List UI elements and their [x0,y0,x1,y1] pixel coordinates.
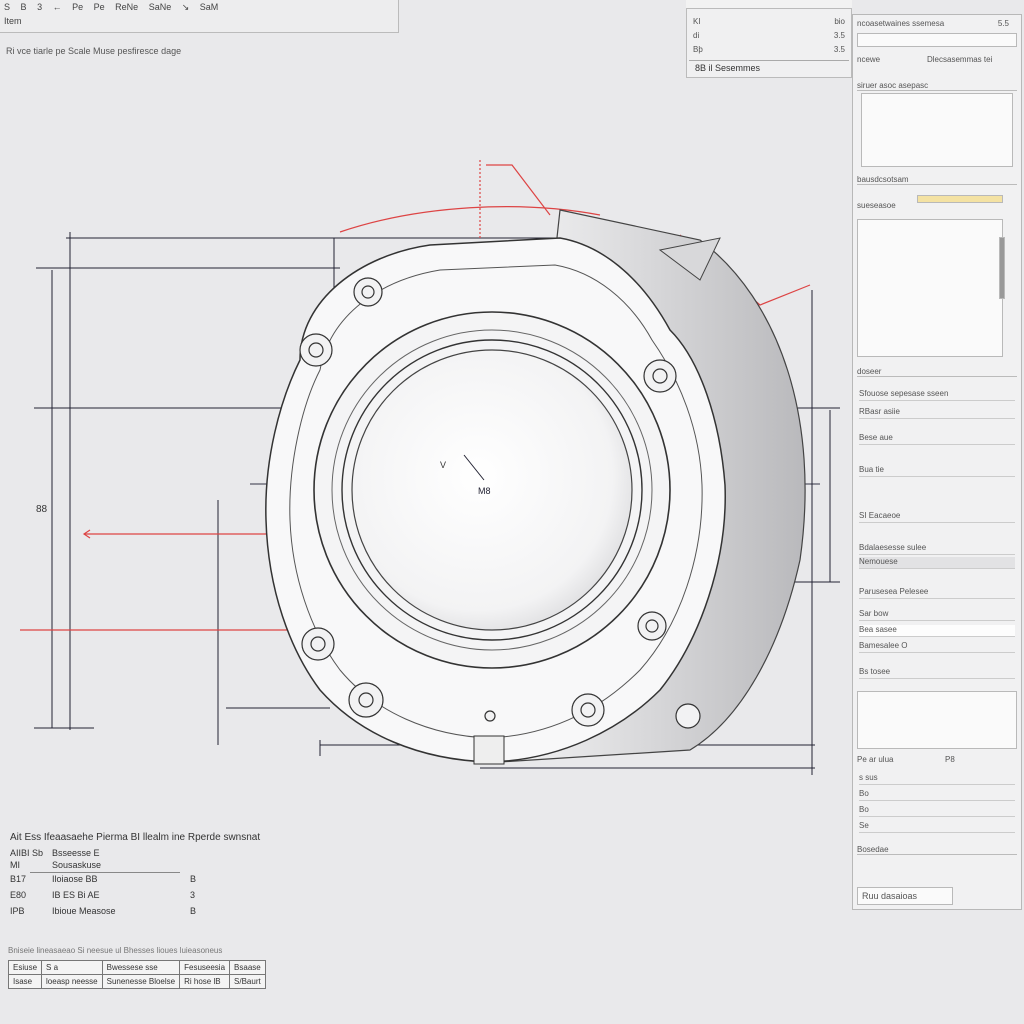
note-cell: Bsseesse E [52,848,100,858]
title-block-cell: Fesuseesia [179,960,231,975]
property-field[interactable]: Nemouese [859,557,1015,569]
properties-header-text: ncoasetwaines ssemesa [857,19,945,28]
title-block-row: Esiuse S a Bwessese sse Fesuseesia Bsaas… [7,960,266,975]
title-block-cell: Bwessese sse [101,960,181,975]
note-cell: IB ES Bi AE [52,890,100,900]
properties-header: ncoasetwaines ssemesa 5.5 [857,19,1017,28]
note-cell: Sousaskuse [52,860,102,870]
bottom-key [473,735,505,765]
lens-window [351,349,633,631]
property-field[interactable]: Sar bow [859,609,1015,621]
properties-header-value: 5.5 [997,19,1009,28]
cad-drawing-canvas[interactable]: 88 M8 V [0,0,850,820]
property-field[interactable]: Parusesea Pelesee [859,587,1015,599]
section1-value: Dlecsasemmas tei [927,55,993,64]
property-field[interactable]: Bamesalee O [859,641,1015,653]
note-cell: B17 [10,874,27,884]
center-label: M8 [478,486,491,496]
section1-label: ncewe [857,55,881,64]
scrollbar[interactable] [999,237,1005,299]
graph-box[interactable] [857,691,1017,749]
properties-section1: ncewe Dlecsasemmas tei [857,55,1017,64]
note-cell: 3 [190,890,196,900]
title-block-cell: S a [41,960,103,975]
footer-label: Bosedae [857,845,1017,855]
note-cell: B [190,906,197,916]
note-heading: Ait Ess Ifeaasaehe Pierma BI llealm ine … [10,832,261,843]
note-divider [30,872,180,873]
title-block-caption: Bniseie lineasaeao Si neesue ul Bhesses … [8,946,223,955]
list-header-text: Pe ar ulua [857,755,894,764]
title-block-cell: loeasp neesse [41,974,103,989]
section2-sub: sueseasoe [857,201,896,210]
title-block-cell: Esiuse [7,960,43,975]
property-field[interactable]: Bdalaesesse sulee [859,543,1015,555]
property-field[interactable]: Bs tosee [859,667,1015,679]
note-cell: B [190,874,197,884]
title-block-row: Isase loeasp neesse Sunenesse Bloelse Ri… [7,974,266,989]
section3-label: doseer [857,367,1017,377]
title-block-cell: Bsaase [229,960,266,975]
title-block-cell: Sunenesse Bloelse [101,974,181,989]
section1-note: siruer asoc asepasc [857,81,1017,91]
title-block-cell: S/Baurt [229,974,266,989]
note-cell: Ibioue Measose [52,906,116,916]
note-cell: AIIBI Sb [10,848,44,858]
note-cell: E80 [10,890,27,900]
list-header-value: P8 [945,755,955,764]
note-cell: Iloiaose BB [52,874,98,884]
title-block-cell: Isase [7,974,43,989]
property-field[interactable]: Bua tie [859,465,1015,477]
property-field[interactable]: RBasr asiie [859,407,1015,419]
property-field[interactable]: Bese aue [859,433,1015,445]
note-cell: IPB [10,906,25,916]
list-item[interactable]: s sus [859,773,1015,785]
property-field[interactable]: Sfouose sepesase sseen [859,389,1015,401]
property-field[interactable]: Bea sasee [859,625,1015,637]
list-item[interactable]: Se [859,821,1015,833]
properties-tabbar[interactable] [857,33,1017,47]
properties-panel: ncoasetwaines ssemesa 5.5 ncewe Dlecsase… [852,14,1022,910]
list-item[interactable]: Bo [859,805,1015,817]
title-block: Esiuse S a Bwessese sse Fesuseesia Bsaas… [7,960,266,989]
list-header: Pe ar ulua P8 [857,755,1017,764]
list-item[interactable]: Bo [859,789,1015,801]
property-field[interactable]: SI Eacaeoe [859,511,1015,523]
section2-title: bausdcsotsam [857,175,1017,185]
note-cell: MI [10,860,20,870]
dim-label: 88 [36,504,48,515]
center-marker: V [440,460,446,470]
list-box[interactable] [857,219,1003,357]
action-button[interactable]: Ruu dasaioas [857,887,953,905]
title-block-cell: Ri hose lB [179,974,231,989]
preview-box[interactable] [861,93,1013,167]
